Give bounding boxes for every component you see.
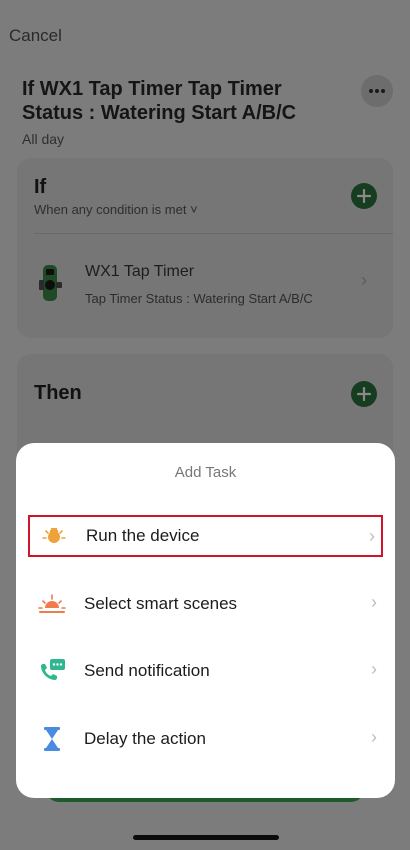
- chevron-right-icon: ›: [369, 526, 375, 546]
- chevron-right-icon: ›: [361, 270, 367, 290]
- delay-action-item[interactable]: Delay the action ›: [28, 718, 383, 760]
- chevron-right-icon: ›: [371, 659, 377, 679]
- add-action-button[interactable]: [351, 381, 377, 407]
- cancel-button[interactable]: Cancel: [9, 26, 62, 46]
- chevron-right-icon: ›: [371, 592, 377, 612]
- if-card: If When any condition is met ˅ WX1 Tap T…: [17, 158, 393, 338]
- hourglass-icon: [38, 725, 66, 753]
- condition-device-status: Tap Timer Status : Watering Start A/B/C: [85, 291, 313, 306]
- condition-row[interactable]: WX1 Tap Timer Tap Timer Status : Waterin…: [17, 234, 393, 334]
- scene-schedule: All day: [22, 131, 65, 147]
- lightbulb-icon: [40, 522, 68, 550]
- tap-timer-device-icon: [39, 265, 62, 301]
- select-smart-scenes-item[interactable]: Select smart scenes ›: [28, 583, 383, 625]
- run-device-label: Run the device: [86, 526, 200, 545]
- plus-icon: [357, 189, 371, 203]
- chevron-right-icon: ›: [371, 727, 377, 747]
- if-heading: If: [34, 176, 47, 198]
- condition-selector[interactable]: When any condition is met ˅: [34, 202, 198, 217]
- run-device-item[interactable]: Run the device ›: [28, 515, 383, 557]
- add-task-sheet: Add Task Run the device › Select smart s…: [16, 443, 395, 798]
- more-button[interactable]: [361, 75, 393, 107]
- send-notification-item[interactable]: Send notification ›: [28, 650, 383, 692]
- more-dots-icon: [369, 89, 385, 93]
- condition-device-name: WX1 Tap Timer: [85, 263, 195, 280]
- send-notification-label: Send notification: [84, 661, 210, 680]
- plus-icon: [357, 387, 371, 401]
- home-indicator: [133, 835, 279, 840]
- phone-message-icon: [38, 657, 66, 685]
- select-smart-scenes-label: Select smart scenes: [84, 594, 238, 613]
- sheet-title: Add Task: [174, 464, 237, 481]
- sunrise-icon: [38, 590, 66, 618]
- delay-action-label: Delay the action: [84, 729, 206, 748]
- add-condition-button[interactable]: [351, 183, 377, 209]
- scene-title: If WX1 Tap Timer Tap Timer Status : Wate…: [22, 78, 297, 124]
- then-heading: Then: [34, 382, 82, 404]
